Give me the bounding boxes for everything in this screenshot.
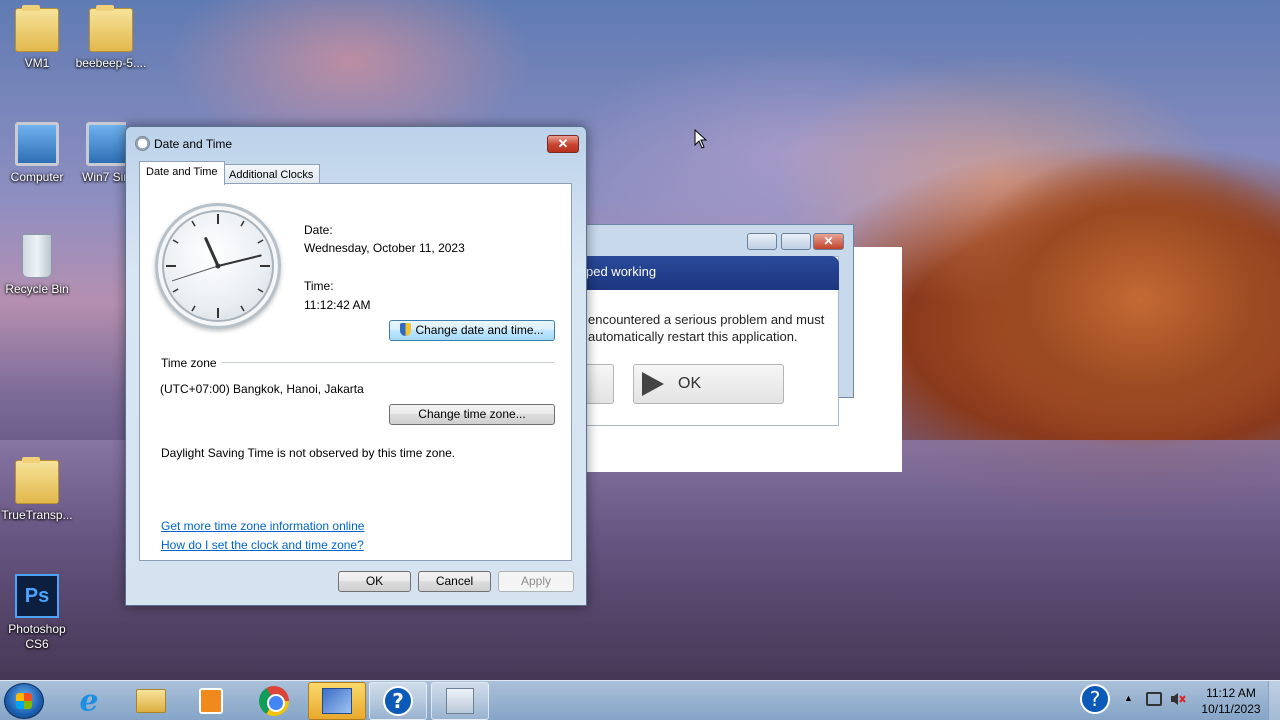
windows-explorer-icon: [136, 689, 166, 713]
clock-tick: [172, 239, 179, 244]
error-secondary-button[interactable]: [586, 364, 614, 404]
error-close-button[interactable]: ✕: [813, 233, 844, 250]
minimize-button[interactable]: [747, 233, 777, 250]
start-button[interactable]: [4, 683, 44, 719]
clock-face: [166, 214, 270, 318]
recycle-bin-icon: [22, 234, 52, 278]
media-player-icon: [199, 688, 223, 714]
analog-clock: [155, 203, 281, 329]
taskbar-time: 11:12 AM: [1206, 686, 1256, 700]
folder-icon: [15, 457, 59, 504]
date-label: Date:: [304, 223, 333, 237]
change-date-time-label: Change date and time...: [415, 323, 544, 337]
clock-tick: [191, 220, 196, 227]
tab-date-and-time[interactable]: Date and Time: [139, 161, 225, 185]
clock-minute-hand: [217, 254, 262, 267]
time-value: 11:12:42 AM: [304, 298, 371, 312]
desktop-icon-label: Win7 Sim: [82, 170, 126, 184]
taskbar-date: 10/11/2023: [1201, 702, 1261, 716]
desktop-icon-computer[interactable]: Computer: [0, 122, 76, 184]
timezone-info-link[interactable]: Get more time zone information online: [161, 519, 364, 533]
desktop-icon-label: TrueTransp...: [1, 508, 73, 522]
taskbar-help[interactable]: ?: [369, 682, 427, 720]
desktop-icon-label: Photoshop CS6: [8, 622, 66, 651]
taskbar-active-app[interactable]: [308, 682, 366, 720]
clock-tick: [240, 220, 245, 227]
timezone-divider: [222, 362, 554, 363]
tray-help[interactable]: ?: [1080, 684, 1110, 714]
computer-icon: [15, 122, 59, 166]
timezone-header: Time zone: [161, 356, 217, 370]
error-banner: ped working: [586, 256, 839, 290]
maximize-button[interactable]: [781, 233, 811, 250]
dst-text: Daylight Saving Time is not observed by …: [161, 446, 456, 460]
cancel-button[interactable]: Cancel: [418, 571, 491, 592]
desktop-icon-label: VM1: [24, 56, 50, 70]
folder-icon: [15, 5, 59, 52]
wallpaper-rocks: [900, 60, 1280, 460]
desktop-icon-vm1[interactable]: VM1: [0, 5, 76, 70]
help-icon: ?: [383, 686, 413, 716]
desktop-icon-label: Recycle Bin: [5, 282, 69, 296]
clock-help-link[interactable]: How do I set the clock and time zone?: [161, 538, 364, 552]
clock-second-hand: [171, 265, 219, 282]
taskbar-chrome[interactable]: [245, 682, 303, 720]
active-app-icon: [322, 688, 352, 714]
play-icon: [642, 372, 664, 396]
error-ok-label: OK: [678, 375, 702, 392]
desktop-icon-truetransparency[interactable]: TrueTransp...: [0, 457, 76, 522]
taskbar-windows-explorer[interactable]: [122, 682, 180, 720]
desktop-icon-recycle-bin[interactable]: Recycle Bin: [0, 234, 76, 296]
show-desktop-button[interactable]: [1268, 681, 1280, 720]
clock-tick: [172, 288, 179, 293]
show-hidden-icons-chevron[interactable]: ▲: [1124, 693, 1133, 703]
ok-button[interactable]: OK: [338, 571, 411, 592]
taskbar-date-time[interactable]: [431, 682, 489, 720]
time-label: Time:: [304, 279, 334, 293]
dialog-close-button[interactable]: ✕: [547, 135, 579, 153]
desktop-icon-label: Computer: [10, 170, 64, 184]
clock-center: [215, 263, 221, 269]
clock-tick: [240, 305, 245, 312]
volume-muted-icon[interactable]: [1170, 692, 1186, 706]
clock-title-icon: [135, 136, 150, 151]
shortcut-icon: [86, 122, 126, 166]
date-value: Wednesday, October 11, 2023: [304, 241, 465, 255]
apply-button[interactable]: Apply: [498, 571, 574, 592]
error-message: encountered a serious problem and must a…: [588, 312, 825, 344]
dialog-title: Date and Time: [154, 137, 233, 151]
taskbar-clock[interactable]: 11:12 AM 10/11/2023: [1196, 685, 1266, 717]
clock-tick: [257, 239, 264, 244]
error-ok-button[interactable]: OK: [633, 364, 784, 404]
uac-shield-icon: [400, 323, 412, 336]
desktop-icon-win7[interactable]: Win7 Sim: [72, 122, 126, 184]
change-date-time-button[interactable]: Change date and time...: [389, 320, 555, 341]
timezone-value: (UTC+07:00) Bangkok, Hanoi, Jakarta: [160, 382, 364, 396]
folder-icon: [89, 5, 133, 52]
change-timezone-button[interactable]: Change time zone...: [389, 404, 555, 425]
help-icon: ?: [1080, 684, 1110, 714]
internet-explorer-icon: e: [79, 683, 99, 719]
date-time-icon: [446, 688, 474, 714]
taskbar-media-player[interactable]: [182, 682, 240, 720]
photoshop-icon: Ps: [15, 574, 59, 618]
clock-tick: [191, 305, 196, 312]
clock-tick: [257, 288, 264, 293]
taskbar-internet-explorer[interactable]: e: [60, 682, 118, 720]
chrome-icon: [259, 686, 289, 716]
clock-hour-hand: [204, 237, 220, 268]
desktop-icon-beebeep[interactable]: beebeep-5....: [72, 5, 150, 70]
desktop-icon-label: beebeep-5....: [75, 56, 147, 70]
desktop-icon-photoshop[interactable]: Ps Photoshop CS6: [0, 574, 76, 652]
network-icon[interactable]: [1146, 692, 1162, 706]
